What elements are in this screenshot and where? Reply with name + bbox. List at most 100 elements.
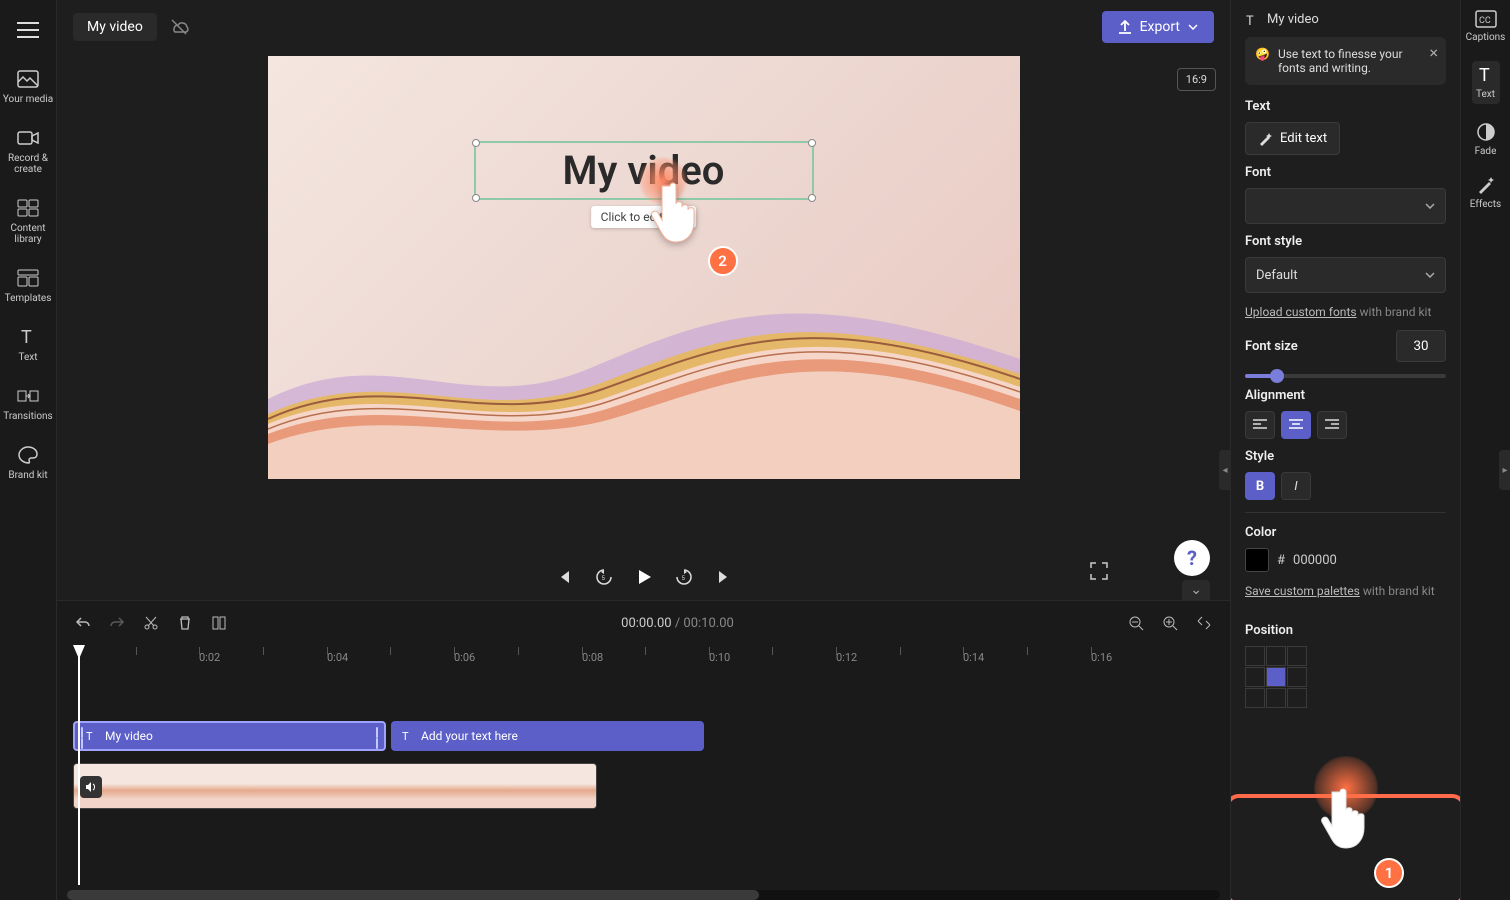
pos-mr[interactable] [1287,667,1307,687]
text-overlay-selection[interactable]: My video [474,141,814,200]
rail-item-text[interactable]: T Text [1472,61,1500,104]
pos-ml[interactable] [1245,667,1265,687]
panel-title: My video [1267,12,1319,27]
video-preview-canvas[interactable]: My video Click to edit text 2 [268,56,1020,479]
fullscreen-button[interactable] [1090,562,1110,582]
panel-collapse-toggle[interactable]: ⌄ [1182,580,1210,600]
sidebar-item-brand-kit[interactable]: Brand kit [0,442,56,483]
rail-label-captions: Captions [1466,32,1506,43]
font-size-input[interactable] [1396,330,1446,362]
sidebar-label-text: Text [18,352,37,363]
video-clip[interactable] [73,763,597,809]
upload-fonts-link[interactable]: Upload custom fonts [1245,305,1357,319]
font-size-slider[interactable] [1245,374,1446,378]
rail-label-text: Text [1476,89,1495,100]
help-button[interactable]: ? [1174,540,1210,576]
sidebar-item-transitions[interactable]: Transitions [0,383,56,424]
project-title[interactable]: My video [73,13,157,41]
edit-text-button[interactable]: Edit text [1245,122,1340,155]
left-panel-expand-toggle[interactable]: ▸ [1499,450,1510,490]
align-left-button[interactable] [1245,411,1275,439]
delete-button[interactable] [175,613,195,633]
timeline-ruler[interactable]: 0:02 0:04 0:06 0:08 0:10 0:12 0:14 0:16 [57,645,1230,671]
ruler-tick: 0:06 [454,651,475,664]
resize-handle-tr[interactable] [808,139,816,147]
pos-tl[interactable] [1245,646,1265,666]
rewind-5s-button[interactable]: 5 [593,566,615,588]
tip-text: Use text to finesse your fonts and writi… [1278,47,1416,75]
color-value[interactable]: 000000 [1293,553,1337,568]
aspect-ratio-badge[interactable]: 16:9 [1177,68,1216,91]
svg-text:T: T [1479,65,1490,85]
transitions-icon [17,385,39,407]
clip-mute-badge[interactable] [80,776,102,798]
zoom-out-button[interactable] [1126,613,1146,633]
pos-bc[interactable] [1266,688,1286,708]
ruler-tick: 0:12 [836,651,857,664]
visibility-toggle[interactable] [169,17,189,37]
zoom-in-button[interactable] [1160,613,1180,633]
fit-timeline-button[interactable] [1194,613,1214,633]
svg-text:5: 5 [681,575,685,582]
forward-5s-button[interactable]: 5 [673,566,695,588]
pointer-hand-icon [1318,782,1378,856]
text-clip-placeholder[interactable]: T Add your text here [391,721,704,751]
pos-tr[interactable] [1287,646,1307,666]
rail-item-effects[interactable]: Effects [1470,175,1501,210]
sidebar-item-record-create[interactable]: Record & create [0,125,56,177]
current-time: 00:00.00 [621,616,671,631]
sidebar-item-your-media[interactable]: Your media [0,66,56,107]
hamburger-icon [17,22,39,38]
scrollbar-thumb[interactable] [67,890,759,900]
text-clip-selected[interactable]: T My video [73,721,386,751]
align-center-button[interactable] [1281,411,1311,439]
export-button[interactable]: Export [1102,11,1214,43]
undo-button[interactable] [73,613,93,633]
pos-bl[interactable] [1245,688,1265,708]
clip-trim-right[interactable] [374,727,380,749]
sidebar-item-templates[interactable]: Templates [0,265,56,306]
bold-button[interactable]: B [1245,472,1275,500]
skip-back-button[interactable] [553,566,575,588]
sidebar-item-text[interactable]: T Text [0,324,56,365]
rail-item-fade[interactable]: Fade [1475,122,1497,157]
split-button[interactable] [209,613,229,633]
font-size-row: Font size [1245,330,1446,362]
italic-button[interactable]: I [1281,472,1311,500]
pos-br[interactable] [1287,688,1307,708]
svg-text:T: T [1246,14,1254,27]
font-dropdown[interactable] [1245,188,1446,224]
alignment-label: Alignment [1245,388,1446,403]
resize-handle-tl[interactable] [472,139,480,147]
rail-item-captions[interactable]: CC Captions [1466,10,1506,43]
sidebar-item-content-library[interactable]: Content library [0,195,56,247]
tip-close-button[interactable]: × [1429,43,1438,62]
cut-button[interactable] [141,613,161,633]
fade-icon [1476,122,1496,142]
skip-forward-button[interactable] [713,566,735,588]
text-clip-icon: T [401,730,413,742]
preview-area: 16:9 My video Clic [57,54,1230,600]
sidebar-label-record-create: Record & create [0,153,56,175]
color-row: #000000 [1245,548,1446,572]
resize-handle-br[interactable] [808,194,816,202]
clip-label: My video [105,729,153,743]
edit-text-label: Edit text [1280,131,1327,146]
panel-header: T My video [1245,12,1446,27]
sidebar-label-brand-kit: Brand kit [8,470,47,481]
pos-mc[interactable] [1266,667,1286,687]
align-right-button[interactable] [1317,411,1347,439]
play-button[interactable] [633,566,655,588]
pos-tc[interactable] [1266,646,1286,666]
hamburger-menu[interactable] [10,12,46,48]
timeline-tracks[interactable]: T My video T Add your text here [57,671,1230,890]
save-palettes-link[interactable]: Save custom palettes [1245,584,1360,598]
redo-button[interactable] [107,613,127,633]
svg-text:CC: CC [1479,16,1491,26]
color-hash: # [1277,553,1285,568]
color-swatch[interactable] [1245,548,1269,572]
font-style-dropdown[interactable]: Default [1245,257,1446,293]
resize-handle-bl[interactable] [472,194,480,202]
timeline-scrollbar[interactable] [67,890,1220,900]
slider-knob[interactable] [1270,369,1284,383]
